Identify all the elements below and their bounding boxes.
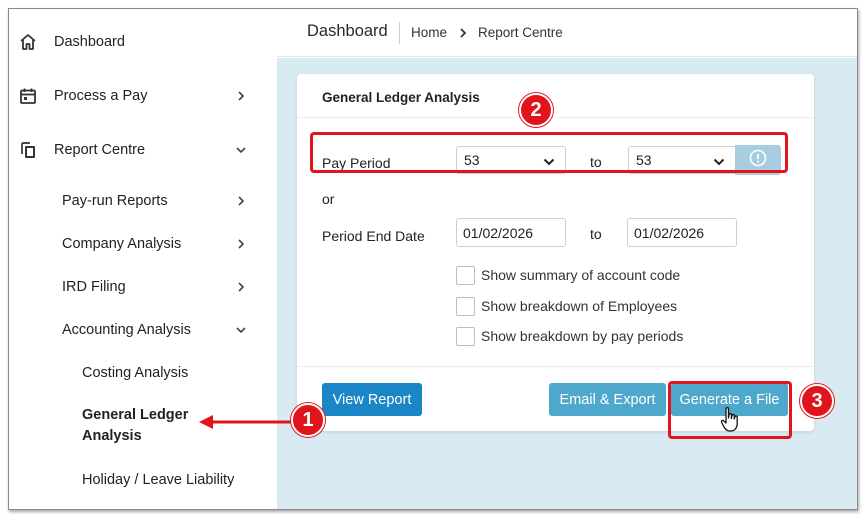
home-icon xyxy=(19,33,37,51)
divider xyxy=(297,366,814,367)
sidebar-item-dashboard[interactable]: Dashboard xyxy=(9,22,277,62)
highlight-box-pay-period xyxy=(310,132,788,173)
checkbox[interactable] xyxy=(456,265,475,285)
checkbox-show-breakdown-employees[interactable]: Show breakdown of Employees xyxy=(456,296,677,316)
checkbox[interactable] xyxy=(456,296,475,316)
sidebar-item-pay-run-reports[interactable]: Pay-run Reports xyxy=(9,181,277,221)
sidebar-item-label: Process a Pay xyxy=(54,88,148,104)
chevron-down-icon xyxy=(234,143,248,157)
to-label: to xyxy=(590,226,602,242)
period-end-date-to-input[interactable]: 01/02/2026 xyxy=(627,218,737,247)
step-badge-1: 1 xyxy=(291,403,325,437)
period-end-date-from-input[interactable]: 01/02/2026 xyxy=(456,218,566,247)
report-form-card: General Ledger Analysis Pay Period 53 to… xyxy=(297,74,814,431)
sidebar-item-label: Costing Analysis xyxy=(82,365,189,381)
sidebar-item-label: Company Analysis xyxy=(62,236,182,252)
app-window: Dashboard Process a Pay Report Centre Pa… xyxy=(8,8,858,510)
header-divider xyxy=(399,22,400,44)
chevron-down-icon xyxy=(234,323,248,337)
chevron-right-icon xyxy=(234,237,248,251)
sidebar-item-costing-analysis[interactable]: Costing Analysis xyxy=(9,353,277,393)
sidebar-item-process-a-pay[interactable]: Process a Pay xyxy=(9,76,277,116)
sidebar-item-report-centre[interactable]: Report Centre xyxy=(9,130,277,170)
step-badge-2: 2 xyxy=(519,93,553,127)
form-title: General Ledger Analysis xyxy=(322,90,480,105)
sidebar-item-label: Holiday / Leave Liability xyxy=(82,472,235,488)
chevron-right-icon xyxy=(234,194,248,208)
checkbox-show-breakdown-pay-periods[interactable]: Show breakdown by pay periods xyxy=(456,326,683,346)
sidebar-item-label: Pay-run Reports xyxy=(62,193,168,209)
sidebar: Dashboard Process a Pay Report Centre Pa… xyxy=(9,9,277,509)
breadcrumb-current: Report Centre xyxy=(478,25,563,40)
sidebar-item-company-analysis[interactable]: Company Analysis xyxy=(9,224,277,264)
step-badge-3: 3 xyxy=(800,384,834,418)
chevron-right-icon xyxy=(234,280,248,294)
checkbox-show-summary-account-code[interactable]: Show summary of account code xyxy=(456,265,680,285)
top-header: Dashboard Home Report Centre xyxy=(277,9,857,57)
hand-cursor-icon xyxy=(720,407,738,432)
chevron-right-icon xyxy=(234,89,248,103)
sidebar-item-label: IRD Filing xyxy=(62,279,126,295)
breadcrumb-home[interactable]: Home xyxy=(411,25,447,40)
main-content: General Ledger Analysis Pay Period 53 to… xyxy=(277,58,857,509)
sidebar-item-holiday-leave-liability[interactable]: Holiday / Leave Liability xyxy=(9,460,277,500)
sidebar-item-label: Accounting Analysis xyxy=(62,322,191,338)
divider xyxy=(297,117,814,118)
calendar-icon xyxy=(19,87,37,105)
chevron-right-icon xyxy=(457,26,469,38)
page-title: Dashboard xyxy=(307,22,388,40)
email-export-button[interactable]: Email & Export xyxy=(549,383,666,416)
checkbox[interactable] xyxy=(456,326,475,346)
sidebar-item-label: Report Centre xyxy=(54,142,146,158)
copy-documents-icon xyxy=(19,141,37,159)
period-end-date-label: Period End Date xyxy=(322,228,425,244)
sidebar-item-accounting-analysis[interactable]: Accounting Analysis xyxy=(9,310,277,350)
sidebar-item-label: Dashboard xyxy=(54,34,125,50)
sidebar-item-label: General Ledger Analysis xyxy=(82,407,189,444)
arrow-left-icon xyxy=(199,415,291,429)
view-report-button[interactable]: View Report xyxy=(322,383,422,416)
sidebar-item-ird-filing[interactable]: IRD Filing xyxy=(9,267,277,307)
or-label: or xyxy=(322,191,335,207)
